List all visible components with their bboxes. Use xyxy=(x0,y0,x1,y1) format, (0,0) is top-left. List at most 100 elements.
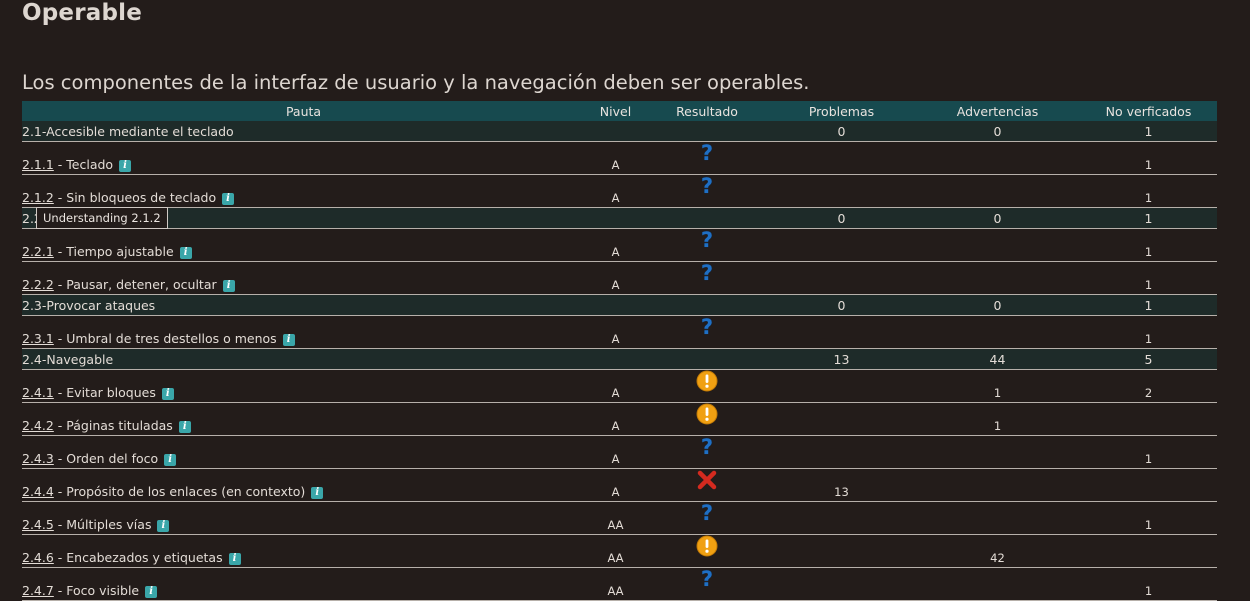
resultado-cell: ? xyxy=(646,141,768,175)
nivel-cell: A xyxy=(585,315,646,349)
page-subtitle: Los componentes de la interfaz de usuari… xyxy=(22,71,810,94)
advertencias-cell: 44 xyxy=(915,348,1080,370)
no-verificados-cell xyxy=(1080,534,1217,568)
criterion-link[interactable]: 2.4.2 xyxy=(22,418,54,433)
info-icon[interactable]: i xyxy=(282,334,295,346)
col-header-advertencias: Advertencias xyxy=(915,101,1080,121)
col-header-nivel: Nivel xyxy=(585,101,646,121)
no-verificados-cell xyxy=(1080,402,1217,436)
criterion-cell: 2.4.3 - Orden del foco i xyxy=(22,435,585,469)
advertencias-cell: 42 xyxy=(915,534,1080,568)
nivel-cell xyxy=(585,207,646,229)
criterion-link[interactable]: 2.1.1 xyxy=(22,157,54,172)
advertencias-cell xyxy=(915,567,1080,601)
no-verificados-cell: 1 xyxy=(1080,501,1217,535)
criterion-link[interactable]: 2.2.2 xyxy=(22,277,54,292)
criterion-link[interactable]: 2.1.2 xyxy=(22,190,54,205)
info-icon[interactable]: i xyxy=(161,388,174,400)
problemas-cell xyxy=(768,315,915,349)
criterion-link[interactable]: 2.4.7 xyxy=(22,583,54,598)
table-row: 2.2.2 - Pausar, detener, ocultar i A? 1 xyxy=(22,261,1217,295)
resultado-cell: ? xyxy=(646,567,768,601)
criterion-link[interactable]: 2.4.1 xyxy=(22,385,54,400)
group-row: 2.1-Accesible mediante el teclado 0 0 1 xyxy=(22,121,1217,142)
advertencias-cell xyxy=(915,501,1080,535)
criterion-label: - Páginas tituladas xyxy=(53,418,173,433)
no-verificados-cell: 1 xyxy=(1080,121,1217,142)
advertencias-cell xyxy=(915,261,1080,295)
resultado-cell: ? xyxy=(646,315,768,349)
question-icon[interactable]: ? xyxy=(696,262,718,284)
no-verificados-cell: 1 xyxy=(1080,261,1217,295)
info-icon[interactable]: i xyxy=(179,247,192,259)
info-icon[interactable]: i xyxy=(228,553,241,565)
warning-icon[interactable] xyxy=(696,403,718,425)
criterion-link[interactable]: 2.3.1 xyxy=(22,331,54,346)
advertencias-cell: 0 xyxy=(915,294,1080,316)
advertencias-cell xyxy=(915,468,1080,502)
info-icon[interactable]: i xyxy=(178,421,191,433)
info-icon[interactable]: i xyxy=(222,193,235,205)
problemas-cell xyxy=(768,567,915,601)
nivel-cell: A xyxy=(585,261,646,295)
results-table: Pauta Nivel Resultado Problemas Adverten… xyxy=(22,101,1217,601)
nivel-cell xyxy=(585,121,646,142)
warning-icon[interactable] xyxy=(696,535,718,557)
info-icon[interactable]: i xyxy=(164,454,177,466)
resultado-cell xyxy=(646,207,768,229)
question-icon[interactable]: ? xyxy=(696,316,718,338)
problemas-cell xyxy=(768,501,915,535)
info-icon[interactable]: i xyxy=(145,586,158,598)
criterion-cell: 2.2.2 - Pausar, detener, ocultar i xyxy=(22,261,585,295)
question-icon[interactable]: ? xyxy=(696,229,718,251)
no-verificados-cell: 1 xyxy=(1080,315,1217,349)
info-icon[interactable]: i xyxy=(222,280,235,292)
question-icon[interactable]: ? xyxy=(696,502,718,524)
resultado-cell xyxy=(646,348,768,370)
question-icon[interactable]: ? xyxy=(696,436,718,458)
info-icon[interactable]: i xyxy=(157,520,170,532)
info-icon[interactable]: i xyxy=(119,160,132,172)
no-verificados-cell: 2 xyxy=(1080,369,1217,403)
problemas-cell xyxy=(768,435,915,469)
error-icon[interactable] xyxy=(696,469,718,491)
resultado-cell: ? xyxy=(646,261,768,295)
criterion-link[interactable]: 2.4.6 xyxy=(22,550,54,565)
table-row: 2.3.1 - Umbral de tres destellos o menos… xyxy=(22,315,1217,349)
question-icon[interactable]: ? xyxy=(696,142,718,164)
table-row: 2.1.1 - Teclado i A? 1 xyxy=(22,141,1217,175)
table-header-row: Pauta Nivel Resultado Problemas Adverten… xyxy=(22,101,1217,121)
criterion-cell: 2.1.2 - Sin bloqueos de teclado i xyxy=(22,174,585,208)
criterion-link[interactable]: 2.4.5 xyxy=(22,517,54,532)
question-icon[interactable]: ? xyxy=(696,175,718,197)
info-icon[interactable]: i xyxy=(311,487,324,499)
criterion-cell: 2.1.1 - Teclado i xyxy=(22,141,585,175)
criterion-label: - Pausar, detener, ocultar xyxy=(53,277,217,292)
advertencias-cell: 0 xyxy=(915,207,1080,229)
nivel-cell: AA xyxy=(585,534,646,568)
advertencias-cell: 0 xyxy=(915,121,1080,142)
col-header-resultado: Resultado xyxy=(646,101,768,121)
criterion-label: - Propósito de los enlaces (en contexto) xyxy=(53,484,306,499)
nivel-cell: A xyxy=(585,468,646,502)
no-verificados-cell: 1 xyxy=(1080,141,1217,175)
nivel-cell: A xyxy=(585,369,646,403)
criterion-link[interactable]: 2.4.4 xyxy=(22,484,54,499)
nivel-cell xyxy=(585,348,646,370)
resultado-cell: ? xyxy=(646,174,768,208)
question-icon[interactable]: ? xyxy=(696,568,718,590)
criterion-link[interactable]: 2.2.1 xyxy=(22,244,54,259)
no-verificados-cell: 1 xyxy=(1080,207,1217,229)
col-header-no-verificados: No verficados xyxy=(1080,101,1217,121)
resultado-cell xyxy=(646,402,768,436)
warning-icon[interactable] xyxy=(696,370,718,392)
group-row: 2.4-Navegable 13 44 5 xyxy=(22,348,1217,370)
criterion-label: - Umbral de tres destellos o menos xyxy=(53,331,277,346)
criterion-link[interactable]: 2.4.3 xyxy=(22,451,54,466)
table-row: 2.4.5 - Múltiples vías i AA? 1 xyxy=(22,501,1217,535)
table-row: 2.4.7 - Foco visible i AA? 1 xyxy=(22,567,1217,601)
advertencias-cell xyxy=(915,315,1080,349)
problemas-cell xyxy=(768,402,915,436)
group-name: 2.4-Navegable xyxy=(22,348,585,370)
criterion-label: - Teclado xyxy=(53,157,114,172)
